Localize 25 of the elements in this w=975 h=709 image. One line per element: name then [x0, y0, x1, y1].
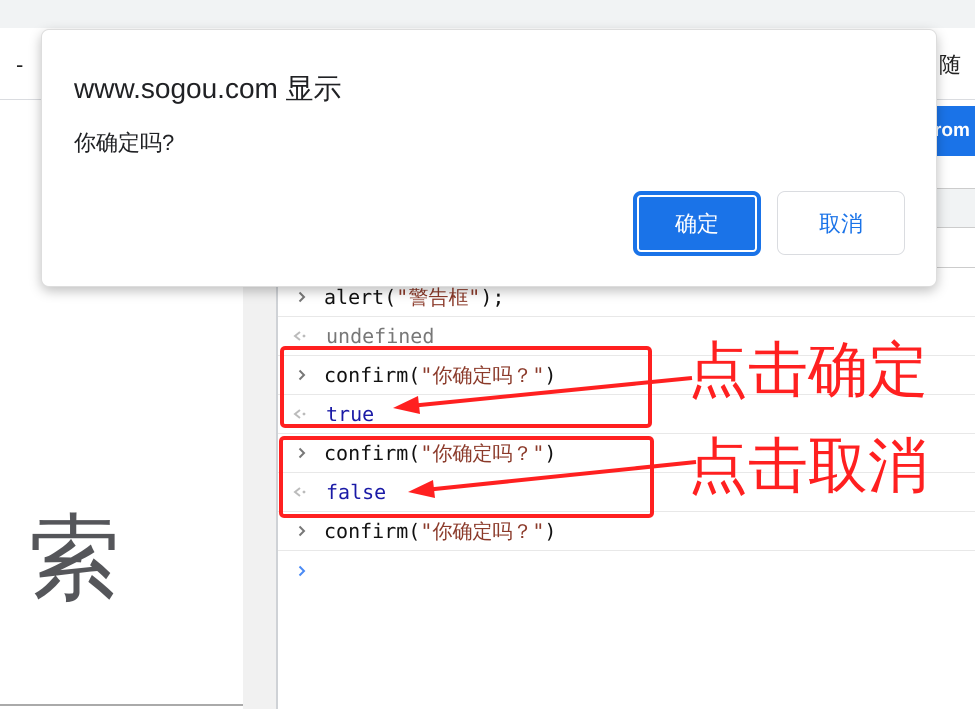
- console-command: confirm("你确定吗？"): [324, 362, 556, 389]
- return-arrow-icon: [293, 486, 307, 498]
- return-arrow-icon: [293, 330, 307, 342]
- console-output: false: [326, 479, 386, 506]
- tab-title[interactable]: 随: [939, 48, 961, 81]
- console-command: alert("警告框");: [324, 284, 504, 311]
- toolbar-panel: [935, 188, 975, 228]
- console-output: true: [326, 401, 374, 428]
- chevron-icon: [298, 447, 306, 459]
- console-command: confirm("你确定吗？"): [324, 518, 556, 545]
- dialog-message: 你确定吗?: [74, 129, 174, 157]
- page-heading: 索: [28, 512, 121, 604]
- cancel-button[interactable]: 取消: [777, 191, 905, 255]
- return-arrow-icon: [293, 408, 307, 420]
- dialog-title: www.sogou.com 显示: [74, 72, 342, 106]
- chevron-icon: [298, 369, 306, 381]
- console-command: confirm("你确定吗？"): [324, 440, 556, 467]
- chevron-icon: [298, 291, 306, 303]
- ok-button[interactable]: 确定: [633, 191, 761, 256]
- console-output: undefined: [326, 323, 434, 350]
- annotation-label: 点击取消: [688, 436, 928, 496]
- chevron-icon: [298, 525, 306, 537]
- prompt-icon[interactable]: [298, 564, 306, 576]
- tab-title[interactable]: -: [16, 48, 24, 81]
- annotation-label: 点击确定: [688, 340, 928, 400]
